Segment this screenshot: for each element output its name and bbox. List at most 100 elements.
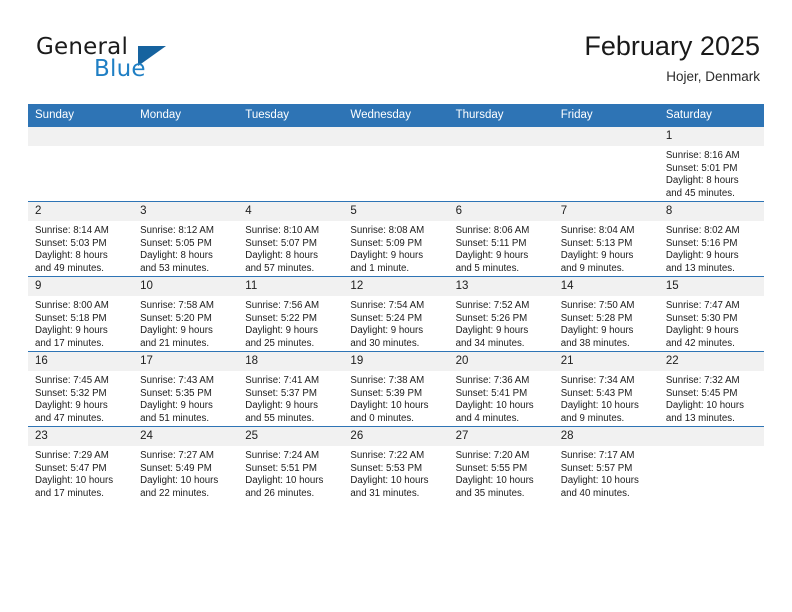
day-number [133, 127, 239, 146]
calendar-day-cell[interactable]: 20 Sunrise: 7:36 AM Sunset: 5:41 PM Dayligh… [448, 351, 554, 427]
day-number: 21 [553, 352, 659, 371]
day-info-line: Sunrise: 7:29 AM [35, 450, 109, 461]
day-info-line: Sunrise: 7:24 AM [245, 450, 320, 461]
weekday-header-thursday: Thursday [448, 104, 554, 127]
day-info-line: Sunrise: 7:41 AM [245, 375, 320, 386]
day-info-line: Daylight: 8 hours [140, 250, 213, 262]
brand-name-blue: Blue [94, 56, 146, 82]
day-info-line: and 57 minutes. [245, 262, 315, 274]
day-number: 14 [553, 277, 659, 296]
day-sun-info: Sunrise: 7:29 AM Sunset: 5:47 PM Daylight:… [28, 446, 133, 500]
day-sun-info: Sunrise: 7:41 AM Sunset: 5:37 PM Daylight:… [238, 371, 343, 425]
day-info-line: Daylight: 9 hours [455, 325, 529, 337]
day-info-line: Sunrise: 8:04 AM [560, 225, 635, 236]
day-info-line: Daylight: 9 hours [665, 325, 739, 337]
calendar-day-cell[interactable]: 7 Sunrise: 8:04 AM Sunset: 5:13 PM Daylight… [553, 201, 659, 277]
day-number: 25 [238, 427, 344, 446]
day-number [28, 127, 134, 146]
weekday-header-saturday: Saturday [658, 104, 764, 127]
calendar-day-cell[interactable]: 22 Sunrise: 7:32 AM Sunset: 5:45 PM Dayligh… [658, 351, 764, 427]
day-number: 10 [133, 277, 239, 296]
day-info-line: Sunset: 5:49 PM [140, 462, 212, 474]
calendar-day-cell[interactable]: 19 Sunrise: 7:38 AM Sunset: 5:39 PM Dayligh… [343, 351, 449, 427]
page-title: February 2025 [584, 31, 760, 61]
day-info-line: Sunrise: 7:50 AM [560, 300, 635, 311]
day-info-line: Daylight: 8 hours [665, 175, 739, 187]
day-info-line: and 21 minutes. [140, 337, 210, 349]
day-info-line: and 34 minutes. [455, 337, 525, 349]
calendar-day-cell[interactable]: 10 Sunrise: 7:58 AM Sunset: 5:20 PM Dayligh… [133, 276, 239, 352]
day-info-line: Daylight: 9 hours [35, 400, 108, 412]
day-info-line: Sunrise: 7:36 AM [455, 375, 530, 386]
day-info-line: Sunrise: 7:56 AM [245, 300, 320, 311]
day-info-line: Sunrise: 7:45 AM [35, 375, 109, 386]
day-info-line: and 30 minutes. [350, 337, 420, 349]
calendar-day-cell[interactable]: 15 Sunrise: 7:47 AM Sunset: 5:30 PM Dayligh… [658, 276, 764, 352]
day-number: 1 [658, 127, 764, 146]
calendar-day-cell[interactable]: 11 Sunrise: 7:56 AM Sunset: 5:22 PM Dayligh… [238, 276, 344, 352]
calendar-day-cell[interactable]: 5 Sunrise: 8:08 AM Sunset: 5:09 PM Daylight… [343, 201, 449, 277]
day-sun-info: Sunrise: 8:10 AM Sunset: 5:07 PM Daylight:… [238, 221, 343, 275]
calendar-day-cell[interactable]: 17 Sunrise: 7:43 AM Sunset: 5:35 PM Dayligh… [133, 351, 239, 427]
day-sun-info: Sunrise: 7:22 AM Sunset: 5:53 PM Daylight:… [343, 446, 448, 500]
day-number: 20 [448, 352, 554, 371]
day-info-line: and 9 minutes. [560, 412, 625, 424]
day-info-line: Sunrise: 7:22 AM [350, 450, 425, 461]
day-info-line: Daylight: 10 hours [350, 475, 429, 487]
calendar-day-cell[interactable]: 23 Sunrise: 7:29 AM Sunset: 5:47 PM Dayligh… [28, 426, 134, 501]
day-info-line: Sunrise: 7:54 AM [350, 300, 425, 311]
day-info-line: and 9 minutes. [560, 262, 625, 274]
day-number [448, 127, 554, 146]
calendar-day-cell[interactable]: 3 Sunrise: 8:12 AM Sunset: 5:05 PM Daylight… [133, 201, 239, 277]
day-number: 23 [28, 427, 134, 446]
calendar-grid: Sunday Monday Tuesday Wednesday Thursday Frid… [28, 104, 764, 501]
calendar-day-cell-empty [658, 426, 764, 501]
calendar-day-cell[interactable]: 13 Sunrise: 7:52 AM Sunset: 5:26 PM Dayligh… [448, 276, 554, 352]
day-sun-info: Sunrise: 7:24 AM Sunset: 5:51 PM Daylight:… [238, 446, 343, 500]
calendar-day-cell[interactable]: 12 Sunrise: 7:54 AM Sunset: 5:24 PM Dayligh… [343, 276, 449, 352]
calendar-day-cell[interactable]: 14 Sunrise: 7:50 AM Sunset: 5:28 PM Dayligh… [553, 276, 659, 352]
day-info-line: Daylight: 9 hours [350, 250, 424, 262]
calendar-day-cell[interactable]: 2 Sunrise: 8:14 AM Sunset: 5:03 PM Daylight… [28, 201, 134, 277]
day-number: 19 [343, 352, 449, 371]
day-sun-info: Sunrise: 7:32 AM Sunset: 5:45 PM Daylight:… [659, 371, 764, 425]
calendar-header-row: Sunday Monday Tuesday Wednesday Thursday Frid… [28, 104, 764, 127]
calendar-day-cell-empty [133, 126, 239, 202]
day-sun-info: Sunrise: 8:02 AM Sunset: 5:16 PM Daylight:… [659, 221, 764, 275]
calendar-day-cell[interactable]: 4 Sunrise: 8:10 AM Sunset: 5:07 PM Daylight… [238, 201, 344, 277]
day-info-line: Sunrise: 7:43 AM [140, 375, 214, 386]
calendar-day-cell[interactable]: 8 Sunrise: 8:02 AM Sunset: 5:16 PM Daylight… [658, 201, 764, 277]
calendar-day-cell[interactable]: 6 Sunrise: 8:06 AM Sunset: 5:11 PM Daylight… [448, 201, 554, 277]
calendar-day-cell[interactable]: 18 Sunrise: 7:41 AM Sunset: 5:37 PM Dayligh… [238, 351, 344, 427]
day-info-line: Daylight: 10 hours [35, 475, 114, 487]
calendar-day-cell[interactable]: 24 Sunrise: 7:27 AM Sunset: 5:49 PM Dayligh… [133, 426, 239, 501]
day-info-line: Sunset: 5:03 PM [35, 237, 107, 249]
calendar-day-cell[interactable]: 9 Sunrise: 8:00 AM Sunset: 5:18 PM Daylight… [28, 276, 134, 352]
day-info-line: Daylight: 10 hours [665, 400, 744, 412]
calendar-day-cell[interactable]: 26 Sunrise: 7:22 AM Sunset: 5:53 PM Dayligh… [343, 426, 449, 501]
day-sun-info: Sunrise: 7:56 AM Sunset: 5:22 PM Daylight:… [238, 296, 343, 350]
calendar-day-cell[interactable]: 16 Sunrise: 7:45 AM Sunset: 5:32 PM Dayligh… [28, 351, 134, 427]
calendar-day-cell[interactable]: 25 Sunrise: 7:24 AM Sunset: 5:51 PM Dayligh… [238, 426, 344, 501]
calendar-day-cell[interactable]: 27 Sunrise: 7:20 AM Sunset: 5:55 PM Dayligh… [448, 426, 554, 501]
day-number [658, 427, 764, 446]
calendar-day-cell[interactable]: 1 Sunrise: 8:16 AM Sunset: 5:01 PM Daylight… [658, 126, 764, 202]
day-info-line: Daylight: 10 hours [455, 400, 534, 412]
day-info-line: Daylight: 10 hours [560, 400, 639, 412]
day-info-line: Sunset: 5:53 PM [350, 462, 423, 474]
day-sun-info: Sunrise: 8:08 AM Sunset: 5:09 PM Daylight:… [343, 221, 448, 275]
day-info-line: and 47 minutes. [35, 412, 104, 424]
calendar-day-cell[interactable]: 28 Sunrise: 7:17 AM Sunset: 5:57 PM Dayligh… [553, 426, 659, 501]
day-number: 13 [448, 277, 554, 296]
day-info-line: Sunrise: 8:02 AM [665, 225, 740, 236]
day-sun-info: Sunrise: 7:36 AM Sunset: 5:41 PM Daylight:… [449, 371, 554, 425]
day-number: 6 [448, 202, 554, 221]
day-info-line: Sunset: 5:57 PM [560, 462, 633, 474]
calendar-day-cell-empty [448, 126, 554, 202]
day-number: 26 [343, 427, 449, 446]
day-info-line: Sunset: 5:35 PM [140, 387, 212, 399]
day-sun-info: Sunrise: 8:12 AM Sunset: 5:05 PM Daylight:… [133, 221, 238, 275]
calendar-day-cell[interactable]: 21 Sunrise: 7:34 AM Sunset: 5:43 PM Dayligh… [553, 351, 659, 427]
day-info-line: Sunset: 5:28 PM [560, 312, 633, 324]
brand-logo[interactable]: General Blue [36, 34, 226, 92]
